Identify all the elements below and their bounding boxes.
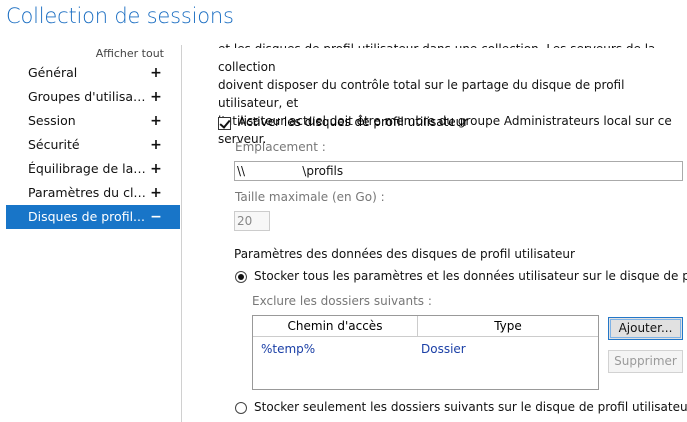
sidebar-item-label: Général: [28, 65, 78, 80]
enable-profile-disks-label[interactable]: Activer les disques de profil utilisateu…: [238, 115, 468, 129]
sidebar-item-general[interactable]: Général +: [6, 61, 180, 85]
add-button[interactable]: Ajouter...: [608, 317, 683, 340]
expand-icon[interactable]: +: [150, 133, 162, 157]
sidebar-item-profile-disks[interactable]: Disques de profil... −: [6, 205, 180, 229]
sidebar-nav: Général + Groupes d'utilisate... + Sessi…: [6, 61, 180, 229]
show-all-link[interactable]: Afficher tout: [96, 47, 164, 60]
sidebar-item-session[interactable]: Session +: [6, 109, 180, 133]
description-line: et les disques de profil utilisateur dan…: [218, 42, 655, 74]
location-input[interactable]: \\ \profils: [234, 161, 683, 181]
max-size-input[interactable]: 20: [234, 211, 270, 231]
sidebar-item-load-balancing[interactable]: Équilibrage de la c... +: [6, 157, 180, 181]
max-size-label: Taille maximale (en Go) :: [235, 190, 385, 204]
store-all-radio-label[interactable]: Stocker tous les paramètres et les donné…: [254, 269, 687, 283]
main-content: et les disques de profil utilisateur dan…: [218, 0, 687, 422]
sidebar-item-client-settings[interactable]: Paramètres du client +: [6, 181, 180, 205]
excluded-folders-table[interactable]: Chemin d'accès Type %temp% Dossier: [252, 315, 599, 390]
sidebar-item-label: Groupes d'utilisate...: [28, 89, 148, 104]
table-row[interactable]: %temp% Dossier: [253, 339, 598, 359]
panel-divider: [181, 45, 182, 422]
cell-type: Dossier: [421, 342, 466, 356]
location-label: Emplacement :: [235, 140, 326, 154]
sidebar-item-label: Disques de profil...: [28, 209, 145, 224]
sidebar-item-label: Session: [28, 113, 76, 128]
sidebar-item-label: Équilibrage de la c...: [28, 161, 148, 176]
description-text: et les disques de profil utilisateur dan…: [218, 42, 687, 148]
sidebar-item-label: Paramètres du client: [28, 185, 148, 200]
expand-icon[interactable]: +: [150, 157, 162, 181]
sidebar-item-user-groups[interactable]: Groupes d'utilisate... +: [6, 85, 180, 109]
settings-section-label: Paramètres des données des disques de pr…: [234, 247, 575, 261]
store-all-radio[interactable]: [235, 271, 247, 283]
cell-path: %temp%: [261, 342, 316, 356]
sidebar-item-label: Sécurité: [28, 137, 80, 152]
store-only-radio-label[interactable]: Stocker seulement les dossiers suivants …: [254, 400, 687, 414]
expand-icon[interactable]: +: [150, 181, 162, 205]
column-header-path[interactable]: Chemin d'accès: [253, 316, 418, 336]
store-only-radio[interactable]: [235, 402, 247, 414]
expand-icon[interactable]: +: [150, 85, 162, 109]
enable-profile-disks-checkbox[interactable]: [218, 117, 231, 130]
sidebar-item-security[interactable]: Sécurité +: [6, 133, 180, 157]
column-header-type[interactable]: Type: [418, 316, 598, 336]
scroll-clip: [218, 48, 687, 56]
remove-button[interactable]: Supprimer: [608, 350, 683, 373]
description-line: doivent disposer du contrôle total sur l…: [218, 78, 625, 110]
page-title: Collection de sessions: [6, 4, 234, 28]
expand-icon[interactable]: +: [150, 109, 162, 133]
exclude-folders-label: Exclure les dossiers suivants :: [252, 294, 432, 308]
table-header: Chemin d'accès Type: [253, 316, 598, 337]
collapse-icon[interactable]: −: [150, 205, 162, 229]
expand-icon[interactable]: +: [150, 61, 162, 85]
